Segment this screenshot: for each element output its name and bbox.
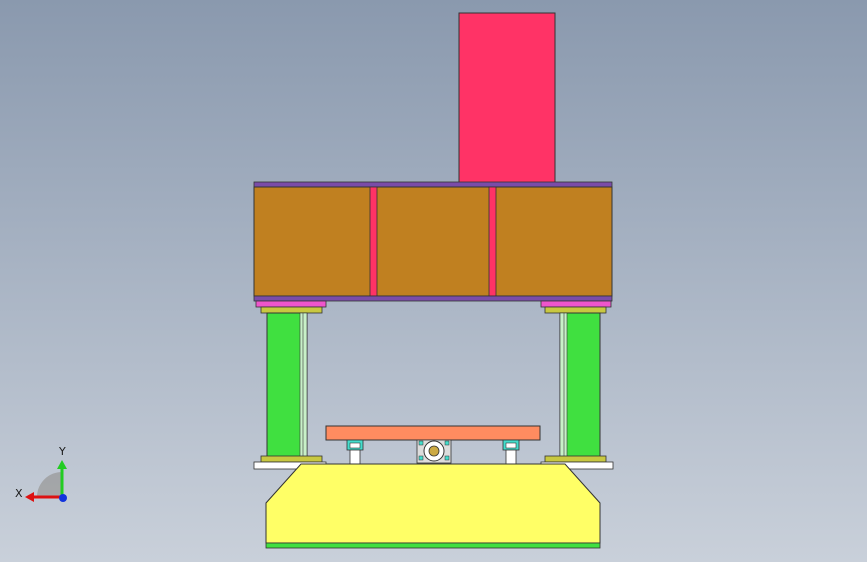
- crown-block[interactable]: [253, 186, 613, 297]
- axis-y-label: Y: [58, 445, 66, 458]
- pad-right: [540, 300, 612, 308]
- pad-left: [255, 300, 327, 308]
- press-drawing: Y X: [15, 12, 614, 549]
- slide-plate[interactable]: [325, 425, 541, 441]
- column-cap-bottom-left: [260, 455, 323, 463]
- hydraulic-cylinder[interactable]: [458, 12, 556, 184]
- coordinate-triad: Y X: [15, 445, 67, 502]
- column-cap-bottom-right: [544, 455, 607, 463]
- crown-bottom-plate[interactable]: [253, 295, 613, 302]
- crown-rib-right: [488, 186, 497, 297]
- axis-x-label: X: [15, 487, 23, 500]
- base-body[interactable]: [265, 463, 601, 544]
- guide-block-right[interactable]: [502, 439, 520, 465]
- column-cap-top-right: [544, 306, 607, 314]
- center-drive-unit[interactable]: [416, 439, 452, 464]
- guide-block-left[interactable]: [346, 439, 364, 465]
- crown-rib-left: [369, 186, 378, 297]
- column-cap-top-left: [260, 306, 323, 314]
- base-bottom-strip: [265, 542, 601, 549]
- column-right[interactable]: [559, 312, 601, 459]
- column-left[interactable]: [266, 312, 308, 459]
- cad-viewport[interactable]: Y X: [0, 0, 867, 562]
- crown-top-plate[interactable]: [253, 181, 613, 188]
